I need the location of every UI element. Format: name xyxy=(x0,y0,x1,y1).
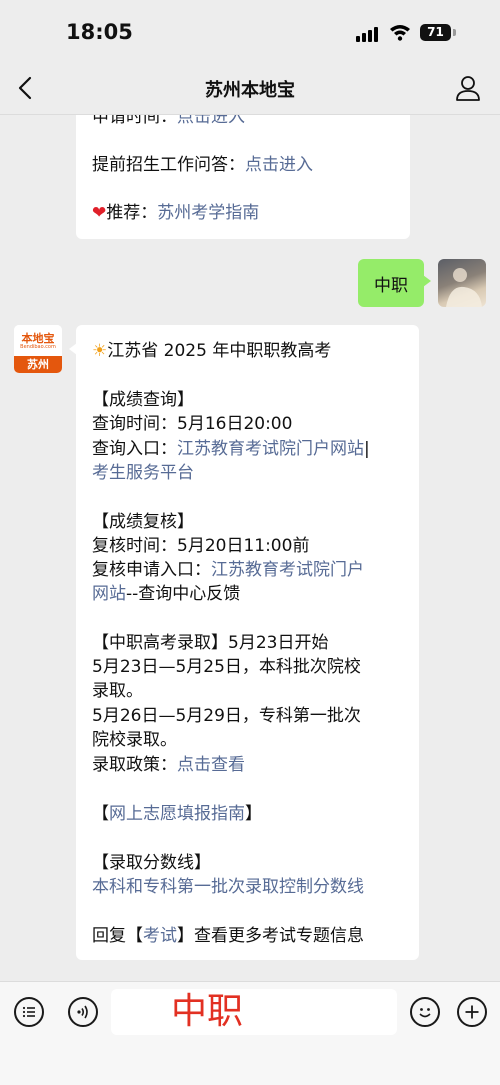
user-avatar[interactable] xyxy=(438,259,486,307)
separator: | xyxy=(364,439,370,459)
menu-lines-icon xyxy=(22,1006,35,1018)
line-label: 推荐： xyxy=(106,203,158,223)
section-title: 【中职高考录取】5月23日开始 xyxy=(92,633,329,653)
heading-text: 江苏省 2025 年中职职教高考 xyxy=(107,341,332,361)
message-footer: 回复【考试】查看更多考试专题信息 xyxy=(92,924,364,948)
message-line: 复核时间：5月20日11:00前 xyxy=(92,536,310,556)
message-line: 5月26日—5月29日，专科第一批次 xyxy=(92,706,361,726)
guide-link[interactable]: 苏州考学指南 xyxy=(157,203,259,223)
sun-icon: ☀ xyxy=(92,341,108,361)
section-title: 【成绩查询】 xyxy=(92,390,194,410)
message-line: 网站--查询中心反馈 xyxy=(92,582,240,606)
menu-list-icon[interactable] xyxy=(14,997,44,1027)
status-bar: 18:05 71 xyxy=(0,0,500,62)
line-label: 查询入口： xyxy=(92,439,177,459)
message-line: 录取。 xyxy=(92,681,143,701)
message-heading: ☀江苏省 2025 年中职职教高考 xyxy=(92,339,331,363)
message-line: 院校录取。 xyxy=(92,730,177,750)
line-text: --查询中心反馈 xyxy=(126,584,241,604)
line-label: 提前招生工作问答： xyxy=(92,155,245,175)
cellular-signal-icon xyxy=(356,26,382,42)
heart-icon: ❤ xyxy=(92,203,107,223)
section-title: 【录取分数线】 xyxy=(92,853,211,873)
smiley-face-icon xyxy=(419,1008,431,1018)
input-bar: 中职 xyxy=(0,981,500,1085)
user-avatar-image-icon xyxy=(446,268,482,307)
message-line: ❤推荐：苏州考学指南 xyxy=(92,201,259,225)
line-label: 复核申请入口： xyxy=(92,560,211,580)
score-line-link[interactable]: 本科和专科第一批次录取控制分数线 xyxy=(92,875,364,899)
profile-icon[interactable] xyxy=(454,74,482,102)
user-message-text: 中职 xyxy=(374,276,408,296)
emoji-icon[interactable] xyxy=(410,997,440,1027)
enter-link[interactable]: 点击进入 xyxy=(177,115,245,127)
message-line: 提前招生工作问答：点击进入 xyxy=(92,153,313,177)
plus-icon[interactable] xyxy=(457,997,487,1027)
bot-avatar[interactable]: 本地宝 Bendibao.com 苏州 xyxy=(14,325,62,373)
exam-keyword-link[interactable]: 考试 xyxy=(143,926,177,946)
message-line: 查询入口：江苏教育考试院门户网站| xyxy=(92,437,370,461)
message-line: 申请时间：点击进入 xyxy=(92,115,245,129)
voice-icon[interactable] xyxy=(68,997,98,1027)
student-service-link[interactable]: 考生服务平台 xyxy=(92,461,194,485)
user-message-bubble[interactable]: 中职 xyxy=(358,259,431,307)
review-portal-link[interactable]: 江苏教育考试院门户 xyxy=(211,560,364,580)
battery-tip xyxy=(453,29,456,36)
application-guide-link[interactable]: 网上志愿填报指南 xyxy=(109,804,245,824)
message-input-value: 中职 xyxy=(171,991,244,1032)
exam-portal-link[interactable]: 江苏教育考试院门户网站 xyxy=(177,439,364,459)
message-line: 【网上志愿填报指南】 xyxy=(92,802,262,826)
chat-title: 苏州本地宝 xyxy=(205,80,295,101)
enter-link[interactable]: 点击进入 xyxy=(245,155,313,175)
line-label: 录取政策： xyxy=(92,755,177,775)
nav-bar: 苏州本地宝 xyxy=(0,62,500,115)
bracket: 【 xyxy=(92,804,109,824)
battery-icon: 71 xyxy=(420,24,451,41)
message-line: 5月23日—5月25日，本科批次院校 xyxy=(92,657,361,677)
status-time: 18:05 xyxy=(66,20,133,44)
bot-message-bubble: ☀江苏省 2025 年中职职教高考 【成绩查询】 查询时间：5月16日20:00… xyxy=(69,325,419,960)
plus-sign-icon xyxy=(465,1005,479,1019)
section-title: 【成绩复核】 xyxy=(92,512,194,532)
line-label: 申请时间： xyxy=(92,115,177,127)
wifi-icon xyxy=(390,25,410,41)
message-input[interactable]: 中职 xyxy=(111,989,397,1035)
message-line: 复核申请入口：江苏教育考试院门户 xyxy=(92,558,364,582)
message-line: 录取政策：点击查看 xyxy=(92,753,245,777)
sound-wave-icon xyxy=(77,1005,88,1019)
previous-message-bubble: 申请时间：点击进入 提前招生工作问答：点击进入 ❤推荐：苏州考学指南 xyxy=(76,115,410,239)
review-portal-link[interactable]: 网站 xyxy=(92,584,126,604)
policy-link[interactable]: 点击查看 xyxy=(177,755,245,775)
footer-text: 回复【 xyxy=(92,926,143,946)
bracket: 】 xyxy=(245,804,262,824)
footer-text: 】查看更多考试专题信息 xyxy=(177,926,364,946)
avatar-brand-sub: Bendibao.com xyxy=(20,344,56,350)
message-line: 查询时间：5月16日20:00 xyxy=(92,414,293,434)
chat-area[interactable]: 申请时间：点击进入 提前招生工作问答：点击进入 ❤推荐：苏州考学指南 中职 本地… xyxy=(0,115,500,981)
avatar-logo: 本地宝 Bendibao.com xyxy=(14,325,62,356)
avatar-city: 苏州 xyxy=(14,356,62,373)
